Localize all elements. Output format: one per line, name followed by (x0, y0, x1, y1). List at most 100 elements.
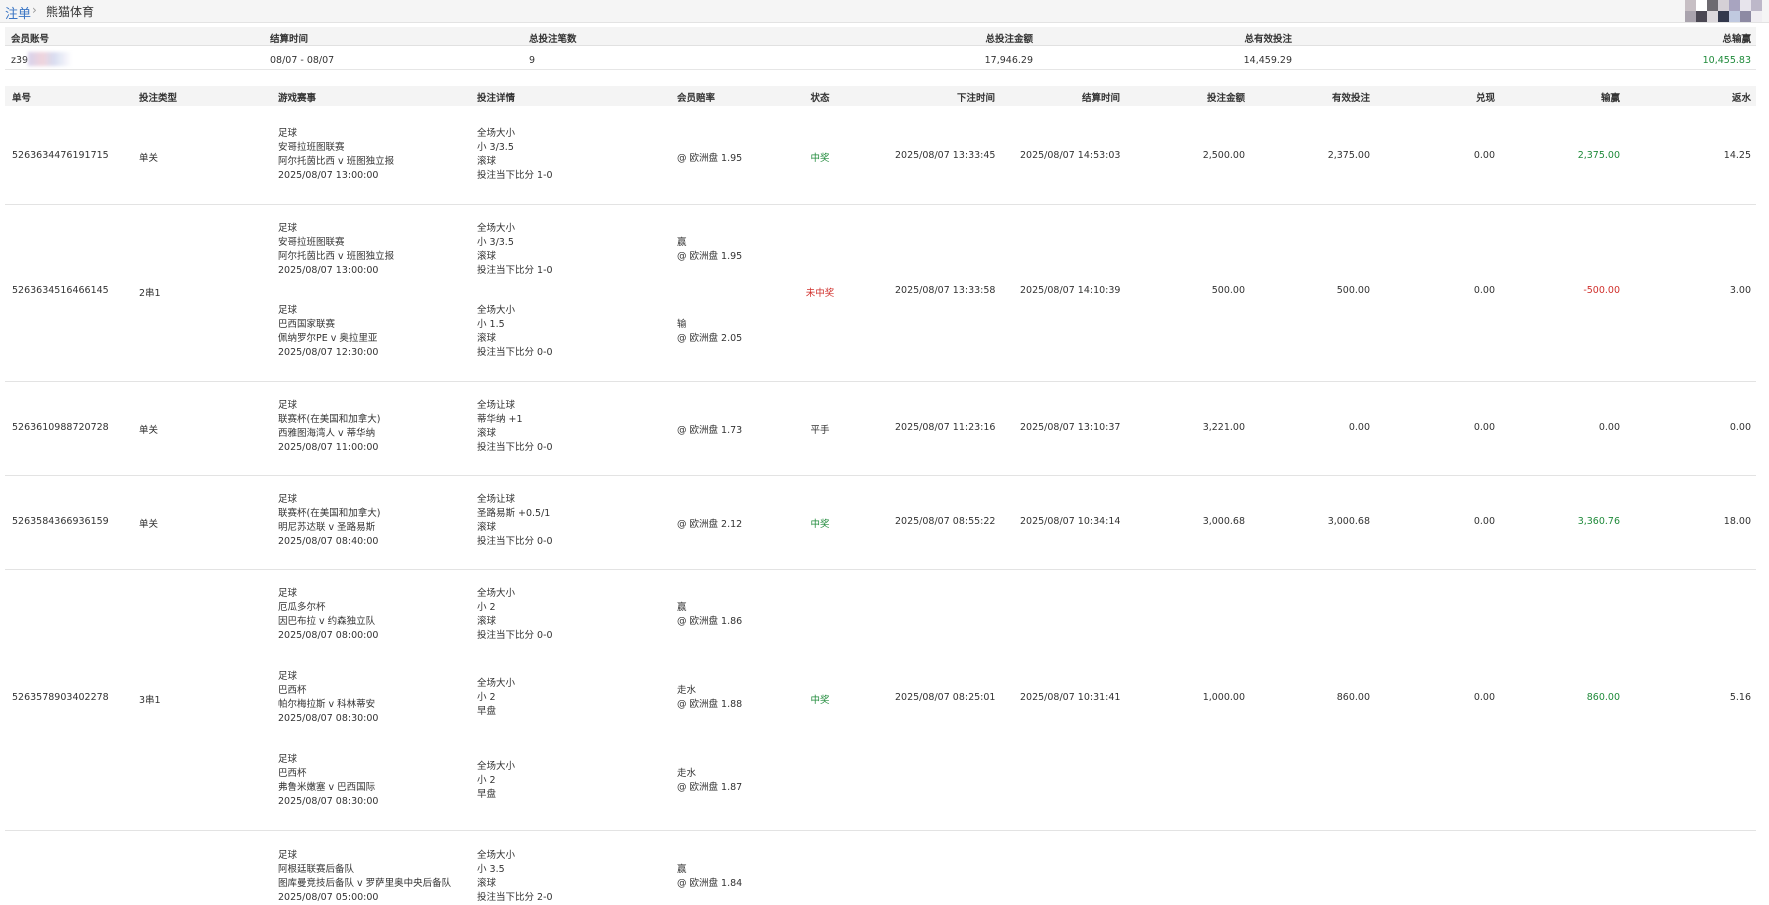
table-header: 单号 投注类型 游戏赛事 投注详情 会员赔率 状态 下注时间 结算时间 投注金额… (5, 86, 1756, 107)
bet-time: 2025/08/07 13:33:58 (895, 285, 996, 296)
settle-time: 2025/08/07 14:10:39 (1020, 285, 1121, 296)
leg-result-odds-1: 赢 @ 欧洲盘 1.95 (677, 237, 743, 262)
cashout: 0.00 (1473, 150, 1495, 161)
rebate: 3.00 (1729, 285, 1751, 296)
order-number: 5263610988720728 (12, 422, 109, 433)
win-loss: -500.00 (1583, 285, 1620, 296)
table-row[interactable]: 5263578903402278 3串1 足球 厄瓜多尔杯 因巴布拉 v 约森独… (5, 570, 1756, 831)
breadcrumb-separator-icon: › (32, 3, 37, 17)
status-badge: 未中奖 (805, 288, 835, 299)
bet-detail: 全场大小 小 3.5 滚球 投注当下比分 2-0 (477, 850, 553, 903)
bet-detail: 全场大小 小 3/3.5 滚球 投注当下比分 1-0 (477, 128, 553, 181)
leg-result-odds: 赢 @ 欧洲盘 1.84 (677, 864, 743, 889)
bet-type: 单关 (139, 519, 159, 530)
win-loss: 0.00 (1598, 422, 1620, 433)
rebate: 0.00 (1729, 422, 1751, 433)
bet-time: 2025/08/07 13:33:45 (895, 150, 996, 161)
leg-result-odds-2: 走水 @ 欧洲盘 1.88 (677, 685, 743, 710)
valid-bet: 500.00 (1336, 285, 1370, 296)
member-odds: @ 欧洲盘 2.12 (677, 519, 743, 530)
table-row[interactable]: 5263634516466145 2串1 足球 安哥拉班图联赛 阿尔托茵比西 v… (5, 205, 1756, 382)
summary-header-total-valid: 总有效投注 (1244, 34, 1292, 45)
summary-total-count: 9 (529, 55, 536, 66)
settle-time: 2025/08/07 14:53:03 (1020, 150, 1121, 161)
summary-header-total-count: 总投注笔数 (529, 34, 577, 45)
bet-amount: 500.00 (1211, 285, 1245, 296)
valid-bet: 2,375.00 (1327, 150, 1370, 161)
summary-total-winloss: 10,455.83 (1702, 55, 1751, 66)
bet-amount: 3,000.68 (1202, 516, 1245, 527)
order-number: 5263634516466145 (12, 285, 109, 296)
bet-amount: 3,221.00 (1202, 422, 1245, 433)
order-number: 5263578903402278 (12, 692, 109, 703)
bet-detail-leg-2: 全场大小 小 2 早盘 (477, 678, 516, 717)
column-cashout: 兑现 (1475, 93, 1495, 104)
event-info: 足球 联赛杯(在美国和加拿大) 西雅图海湾人 v 蒂华纳 2025/08/07 … (278, 400, 381, 453)
bet-type: 3串1 (139, 695, 161, 706)
event-info-leg-2: 足球 巴西国家联赛 佩纳罗尔PE v 奥拉里亚 2025/08/07 12:30… (278, 305, 379, 358)
summary-total-amount: 17,946.29 (984, 55, 1033, 66)
rebate: 14.25 (1723, 150, 1751, 161)
event-info: 足球 联赛杯(在美国和加拿大) 明尼苏达联 v 圣路易斯 2025/08/07 … (278, 494, 381, 547)
column-rebate: 返水 (1731, 93, 1751, 104)
bet-detail: 全场让球 圣路易斯 +0.5/1 滚球 投注当下比分 0-0 (477, 494, 553, 547)
bet-detail-leg-1: 全场大小 小 2 滚球 投注当下比分 0-0 (477, 588, 553, 641)
column-amount: 投注金额 (1206, 93, 1245, 104)
settle-time: 2025/08/07 10:31:41 (1020, 692, 1121, 703)
redacted-mask (28, 52, 108, 66)
cashout: 0.00 (1473, 692, 1495, 703)
table-row[interactable]: 5263584366936159 单关 足球 联赛杯(在美国和加拿大) 明尼苏达… (5, 476, 1756, 570)
column-event: 游戏赛事 (278, 93, 317, 104)
table-row[interactable]: 5263634476191715 单关 足球 安哥拉班图联赛 阿尔托茵比西 v … (5, 106, 1756, 205)
column-detail: 投注详情 (477, 93, 516, 104)
bet-detail: 全场让球 蒂华纳 +1 滚球 投注当下比分 0-0 (477, 400, 553, 453)
event-info-leg-2: 足球 巴西杯 帕尔梅拉斯 v 科林蒂安 2025/08/07 08:30:00 (278, 671, 379, 724)
event-info: 足球 安哥拉班图联赛 阿尔托茵比西 v 班图独立报 2025/08/07 13:… (278, 128, 395, 181)
settle-time: 2025/08/07 13:10:37 (1020, 422, 1121, 433)
status-badge: 中奖 (810, 519, 830, 530)
bet-amount: 2,500.00 (1202, 150, 1245, 161)
member-odds: @ 欧洲盘 1.95 (677, 153, 743, 164)
breadcrumb-root-link[interactable]: 注单 (5, 3, 31, 22)
bet-detail-leg-3: 全场大小 小 2 早盘 (477, 761, 516, 800)
status-badge: 平手 (810, 425, 830, 436)
column-bet-time: 下注时间 (956, 93, 995, 104)
summary-total-valid: 14,459.29 (1243, 55, 1292, 66)
top-bar: 注单 › 熊猫体育 (0, 0, 1769, 23)
event-info-leg-1: 足球 安哥拉班图联赛 阿尔托茵比西 v 班图独立报 2025/08/07 13:… (278, 223, 395, 276)
cashout: 0.00 (1473, 285, 1495, 296)
event-info-leg-3: 足球 巴西杯 弗鲁米嫩塞 v 巴西国际 2025/08/07 08:30:00 (278, 754, 379, 807)
bet-type: 单关 (139, 425, 159, 436)
column-settle-time: 结算时间 (1081, 93, 1120, 104)
status-badge: 中奖 (810, 695, 830, 706)
summary-row: z39 08/07 - 08/07 9 17,946.29 14,459.29 … (5, 51, 1756, 70)
breadcrumb-current: 熊猫体育 (46, 5, 95, 19)
column-odds: 会员赔率 (677, 93, 716, 104)
cashout: 0.00 (1473, 422, 1495, 433)
column-valid: 有效投注 (1331, 93, 1370, 104)
rebate: 18.00 (1723, 516, 1751, 527)
cashout: 0.00 (1473, 516, 1495, 527)
column-order-no: 单号 (12, 93, 32, 104)
user-avatar[interactable] (1675, 0, 1769, 24)
win-loss: 860.00 (1586, 692, 1620, 703)
column-status: 状态 (810, 93, 830, 104)
column-bet-type: 投注类型 (139, 93, 178, 104)
summary-header-settle-time: 结算时间 (270, 34, 309, 45)
table-row[interactable]: 5263610988720728 单关 足球 联赛杯(在美国和加拿大) 西雅图海… (5, 382, 1756, 476)
member-odds: @ 欧洲盘 1.73 (677, 425, 743, 436)
leg-result-odds-2: 输 @ 欧洲盘 2.05 (677, 319, 743, 344)
summary-header-member: 会员账号 (11, 34, 50, 45)
summary-settle-time: 08/07 - 08/07 (270, 55, 335, 66)
summary-header-total-winloss: 总输赢 (1722, 34, 1751, 45)
bet-amount: 1,000.00 (1202, 692, 1245, 703)
summary-header-total-amount: 总投注金额 (985, 34, 1033, 45)
summary-member: z39 (11, 55, 29, 66)
win-loss: 2,375.00 (1577, 150, 1620, 161)
table-row[interactable]: 足球 阿根廷联赛后备队 图库曼竞技后备队 v 罗萨里奥中央后备队 2025/08… (5, 831, 1756, 903)
valid-bet: 860.00 (1336, 692, 1370, 703)
event-info: 足球 阿根廷联赛后备队 图库曼竞技后备队 v 罗萨里奥中央后备队 2025/08… (278, 850, 452, 903)
rebate: 5.16 (1729, 692, 1751, 703)
bet-time: 2025/08/07 08:55:22 (895, 516, 996, 527)
bet-time: 2025/08/07 11:23:16 (895, 422, 996, 433)
